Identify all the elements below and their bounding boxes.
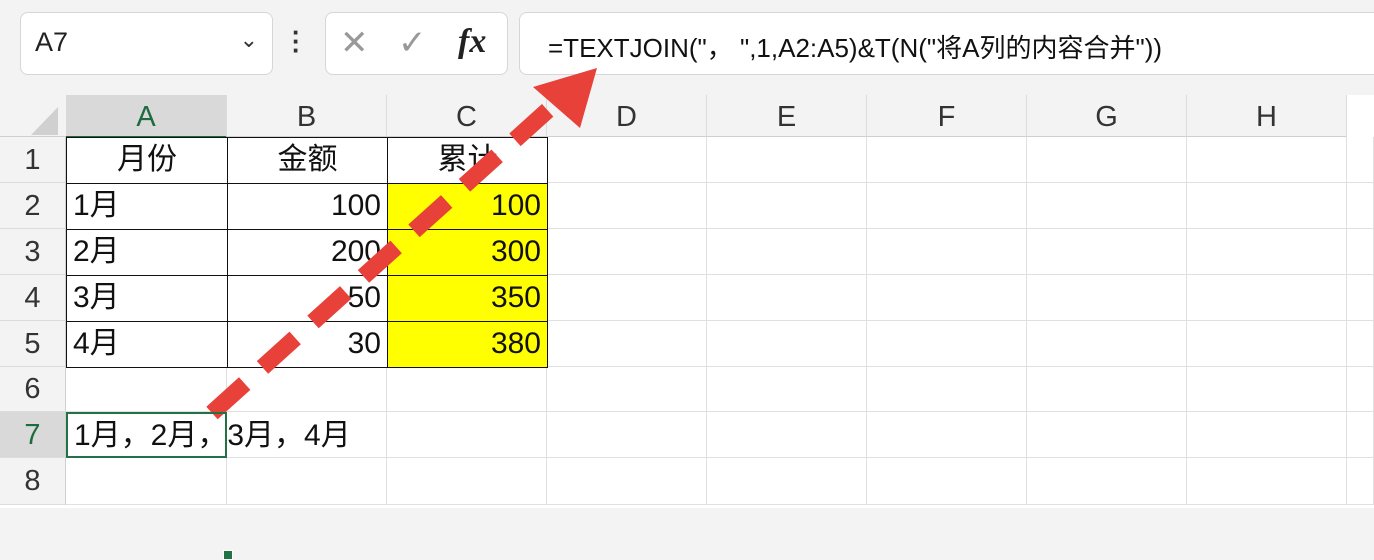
arrow-shaft <box>206 103 554 420</box>
fill-handle[interactable] <box>223 550 233 560</box>
cell-A7-selected[interactable]: 1月，2月，3月，4月 <box>66 412 351 458</box>
